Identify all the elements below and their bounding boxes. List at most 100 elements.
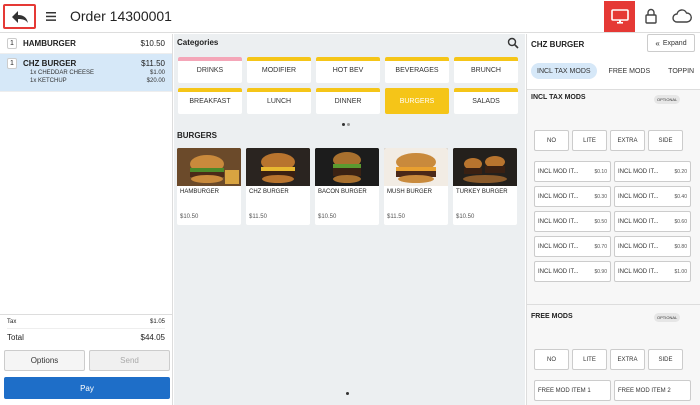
- menu-item-price: $10.50: [180, 214, 199, 220]
- order-totals: Tax $1.05 Total $44.05: [0, 314, 172, 346]
- modifier-item[interactable]: FREE MOD ITEM 1: [534, 380, 611, 401]
- cloud-sync-button[interactable]: [670, 7, 694, 25]
- category-page-indicator: [342, 123, 350, 126]
- search-icon: [507, 37, 519, 49]
- modifier-item[interactable]: INCL MOD IT... $0.40: [614, 186, 691, 207]
- burger-image: [177, 148, 241, 186]
- expand-button[interactable]: « Expand: [647, 34, 695, 52]
- modifier-item[interactable]: INCL MOD IT... $0.70: [534, 236, 611, 257]
- page-dot: [342, 123, 345, 126]
- item-modifier: 1x KETCHUP $20.00: [30, 78, 165, 84]
- menu-item-card[interactable]: CHZ BURGER $11.50: [246, 148, 310, 225]
- category-lunch[interactable]: LUNCH: [247, 88, 311, 114]
- portion-options: NO LITE EXTRA SIDE: [534, 349, 683, 370]
- category-modifier[interactable]: MODIFIER: [247, 57, 311, 83]
- portion-lite-button[interactable]: LITE: [572, 130, 607, 151]
- modifier-item[interactable]: INCL MOD IT... $0.60: [614, 211, 691, 232]
- back-arrow-icon: [11, 10, 28, 23]
- menu-item-card[interactable]: BACON BURGER $10.50: [315, 148, 379, 225]
- order-title: Order 14300001: [70, 8, 172, 24]
- category-breakfast[interactable]: BREAKFAST: [178, 88, 242, 114]
- search-button[interactable]: [507, 36, 519, 49]
- item-name: HAMBURGER: [23, 39, 76, 48]
- burger-image: [315, 148, 379, 186]
- item-price: $10.50: [140, 39, 165, 48]
- category-burgers[interactable]: BURGERS: [385, 88, 449, 114]
- portion-options: NO LITE EXTRA SIDE: [534, 130, 683, 151]
- item-price: $11.50: [141, 59, 165, 68]
- menu-item-name: TURKEY BURGER: [456, 189, 508, 195]
- portion-side-button[interactable]: SIDE: [648, 130, 683, 151]
- hamburger-menu-button[interactable]: [44, 8, 58, 24]
- options-button[interactable]: Options: [4, 350, 85, 371]
- burger-image: [246, 148, 310, 186]
- category-dinner[interactable]: DINNER: [316, 88, 380, 114]
- menu-item-name: BACON BURGER: [318, 189, 367, 195]
- modifier-item[interactable]: INCL MOD IT... $0.10: [534, 161, 611, 182]
- modifier-item[interactable]: FREE MOD ITEM 2: [614, 380, 691, 401]
- optional-badge: OPTIONAL: [654, 313, 681, 322]
- modifier-group-incl-tax: INCL TAX MODS OPTIONAL NO LITE EXTRA SID…: [527, 89, 700, 304]
- portion-side-button[interactable]: SIDE: [648, 349, 683, 370]
- item-quantity: 1: [7, 38, 17, 49]
- lock-button[interactable]: [643, 6, 659, 26]
- modifier-item[interactable]: INCL MOD IT... $1.00: [614, 261, 691, 282]
- menu-item-card[interactable]: MUSH BURGER $11.50: [384, 148, 448, 225]
- pay-button[interactable]: Pay: [4, 377, 170, 399]
- modifier-item[interactable]: INCL MOD IT... $0.90: [534, 261, 611, 282]
- optional-badge: OPTIONAL: [654, 95, 681, 104]
- menu-item-list: HAMBURGER $10.50 CHZ BURGER $11.50 BACON…: [177, 148, 517, 225]
- tab-toppings[interactable]: TOPPIN: [662, 63, 700, 79]
- expand-icon: «: [655, 38, 660, 48]
- modifier-item-grid: FREE MOD ITEM 1 FREE MOD ITEM 2: [534, 380, 691, 401]
- category-salads[interactable]: SALADS: [454, 88, 518, 114]
- page-dot: [347, 123, 350, 126]
- menu-item-name: CHZ BURGER: [249, 189, 289, 195]
- tab-free-mods[interactable]: FREE MODS: [603, 63, 657, 79]
- portion-extra-button[interactable]: EXTRA: [610, 349, 645, 370]
- menu-item-price: $10.50: [318, 214, 337, 220]
- tax-row: Tax $1.05: [7, 319, 165, 325]
- lock-icon: [645, 8, 657, 24]
- item-name: CHZ BURGER: [23, 59, 77, 68]
- modifier-item[interactable]: INCL MOD IT... $0.30: [534, 186, 611, 207]
- modifier-item[interactable]: INCL MOD IT... $0.20: [614, 161, 691, 182]
- menu-item-name: MUSH BURGER: [387, 189, 433, 195]
- top-bar: Order 14300001: [0, 0, 700, 33]
- ticket-line-item[interactable]: 1 HAMBURGER $10.50: [0, 34, 172, 54]
- modifier-item-title: CHZ BURGER: [531, 40, 585, 49]
- tab-incl-tax-mods[interactable]: INCL TAX MODS: [531, 63, 597, 79]
- menu-item-card[interactable]: TURKEY BURGER $10.50: [453, 148, 517, 225]
- menu-item-card[interactable]: HAMBURGER $10.50: [177, 148, 241, 225]
- order-ticket-panel: 1 HAMBURGER $10.50 1 CHZ BURGER $11.50 1…: [0, 34, 173, 405]
- modifier-item[interactable]: INCL MOD IT... $0.80: [614, 236, 691, 257]
- group-title: INCL TAX MODS: [531, 94, 586, 101]
- item-modifier: 1x CHEDDAR CHEESE $1.00: [30, 70, 165, 76]
- category-beverages[interactable]: BEVERAGES: [385, 57, 449, 83]
- category-grid: DRINKS MODIFIER HOT BEV BEVERAGES BRUNCH…: [178, 57, 520, 114]
- burger-image: [384, 148, 448, 186]
- modifier-item[interactable]: INCL MOD IT... $0.50: [534, 211, 611, 232]
- category-hot-bev[interactable]: HOT BEV: [316, 57, 380, 83]
- ticket-line-item-selected[interactable]: 1 CHZ BURGER $11.50 1x CHEDDAR CHEESE $1…: [0, 54, 172, 92]
- menu-item-name: HAMBURGER: [180, 189, 220, 195]
- menu-item-price: $10.50: [456, 214, 475, 220]
- category-drinks[interactable]: DRINKS: [178, 57, 242, 83]
- portion-lite-button[interactable]: LITE: [572, 349, 607, 370]
- total-row: Total $44.05: [7, 328, 165, 344]
- portion-extra-button[interactable]: EXTRA: [610, 130, 645, 151]
- category-brunch[interactable]: BRUNCH: [454, 57, 518, 83]
- menu-icon: [46, 11, 56, 21]
- send-button[interactable]: Send: [89, 350, 170, 371]
- page-dot: [346, 392, 349, 395]
- menu-panel: Categories DRINKS MODIFIER HOT BEV BEVER…: [174, 34, 525, 405]
- back-button[interactable]: [3, 4, 36, 29]
- portion-no-button[interactable]: NO: [534, 349, 569, 370]
- categories-title: Categories: [177, 38, 219, 47]
- modifier-group-free-mods: FREE MODS OPTIONAL NO LITE EXTRA SIDE FR…: [527, 304, 700, 405]
- modifier-tabs: INCL TAX MODS FREE MODS TOPPIN: [531, 63, 700, 79]
- portion-no-button[interactable]: NO: [534, 130, 569, 151]
- menu-item-price: $11.50: [249, 214, 267, 220]
- burger-image: [453, 148, 517, 186]
- customer-display-button[interactable]: [604, 1, 635, 32]
